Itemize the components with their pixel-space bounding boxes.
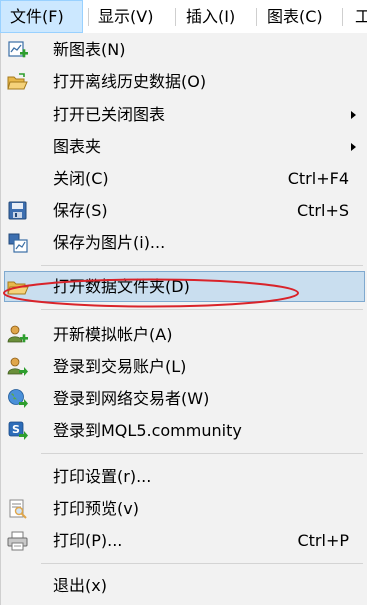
menu-separator — [41, 309, 363, 310]
menu-item-save[interactable]: 保存(S) Ctrl+S — [1, 195, 367, 227]
menu-item-label: 保存为图片(i)... — [53, 233, 166, 252]
menu-item-label: 图表夹 — [53, 137, 102, 156]
menu-item-label: 新图表(N) — [53, 40, 126, 59]
menu-item-label: 保存(S) — [53, 201, 108, 220]
menu-item-label: 打开已关闭图表 — [53, 105, 166, 124]
menu-item-label: 关闭(C) — [53, 169, 109, 188]
menu-item-shortcut: Ctrl+S — [296, 201, 349, 220]
menu-item-open-offline[interactable]: 打开离线历史数据(O) — [1, 66, 367, 98]
menu-item-label: 登录到MQL5.community — [53, 421, 242, 440]
menu-item-open-demo-account[interactable]: 开新模拟帐户(A) — [1, 319, 367, 351]
submenu-arrow-icon — [351, 111, 356, 119]
menu-item-exit[interactable]: 退出(x) — [1, 570, 367, 602]
open-folder-icon — [7, 71, 29, 93]
menu-item-new-chart[interactable]: 新图表(N) — [1, 34, 367, 66]
menu-item-label: 登录到交易账户(L) — [53, 357, 187, 376]
menu-item-print-preview[interactable]: 打印预览(v) — [1, 493, 367, 525]
menu-item-print-setup[interactable]: 打印设置(r)... — [1, 461, 367, 493]
menu-separator — [175, 8, 176, 26]
menu-item-label: 打印预览(v) — [53, 499, 139, 518]
login-account-icon — [7, 356, 29, 378]
menu-item-label: 开新模拟帐户(A) — [53, 325, 173, 344]
menu-item-shortcut: Ctrl+F4 — [287, 169, 349, 188]
menu-item-label: 登录到网络交易者(W) — [53, 389, 210, 408]
menu-item-label: 退出(x) — [53, 576, 107, 595]
menu-item-open-closed-charts[interactable]: 打开已关闭图表 — [1, 99, 367, 131]
menu-bar: 文件(F) 显示(V) 插入(I) 图表(C) 工 — [0, 0, 367, 34]
menu-separator — [342, 8, 343, 26]
submenu-arrow-icon — [351, 143, 356, 151]
menu-item-close[interactable]: 关闭(C) Ctrl+F4 — [1, 163, 367, 195]
menu-item-print[interactable]: 打印(P)... Ctrl+P — [1, 525, 367, 557]
menu-tools[interactable]: 工 — [355, 0, 367, 33]
printer-icon — [7, 530, 29, 552]
add-user-icon — [7, 324, 29, 346]
menu-item-login-mql5[interactable]: S 登录到MQL5.community — [1, 415, 367, 447]
mql5-icon: S — [7, 420, 29, 442]
menu-item-save-as-picture[interactable]: 保存为图片(i)... — [1, 227, 367, 259]
menu-item-login-trade-account[interactable]: 登录到交易账户(L) — [1, 351, 367, 383]
menu-separator — [256, 8, 257, 26]
file-menu-dropdown: 新图表(N) 打开离线历史数据(O) 打开已关闭图表 图表夹 关闭(C) Ctr… — [0, 33, 367, 605]
menu-item-login-web-trader[interactable]: 登录到网络交易者(W) — [1, 383, 367, 415]
new-chart-icon — [7, 39, 29, 61]
save-picture-icon — [7, 232, 29, 254]
menu-separator — [88, 8, 89, 26]
print-preview-icon — [7, 498, 29, 520]
svg-text:S: S — [12, 423, 20, 436]
folder-icon — [7, 276, 29, 298]
menu-separator — [41, 563, 363, 564]
save-icon — [7, 200, 29, 222]
menu-file[interactable]: 文件(F) — [0, 0, 83, 33]
web-trader-icon — [7, 388, 29, 410]
menu-charts[interactable]: 图表(C) — [267, 0, 323, 33]
menu-item-open-data-folder[interactable]: 打开数据文件夹(D) — [4, 271, 365, 302]
menu-view[interactable]: 显示(V) — [98, 0, 153, 33]
menu-separator — [41, 265, 363, 266]
menu-insert[interactable]: 插入(I) — [186, 0, 235, 33]
menu-item-label: 打开数据文件夹(D) — [53, 277, 190, 296]
menu-item-label: 打印(P)... — [53, 531, 123, 550]
menu-separator — [41, 453, 363, 454]
menu-item-shortcut: Ctrl+P — [297, 531, 349, 550]
menu-item-profiles[interactable]: 图表夹 — [1, 131, 367, 163]
menu-item-label: 打印设置(r)... — [53, 467, 152, 486]
menu-item-label: 打开离线历史数据(O) — [53, 72, 207, 91]
